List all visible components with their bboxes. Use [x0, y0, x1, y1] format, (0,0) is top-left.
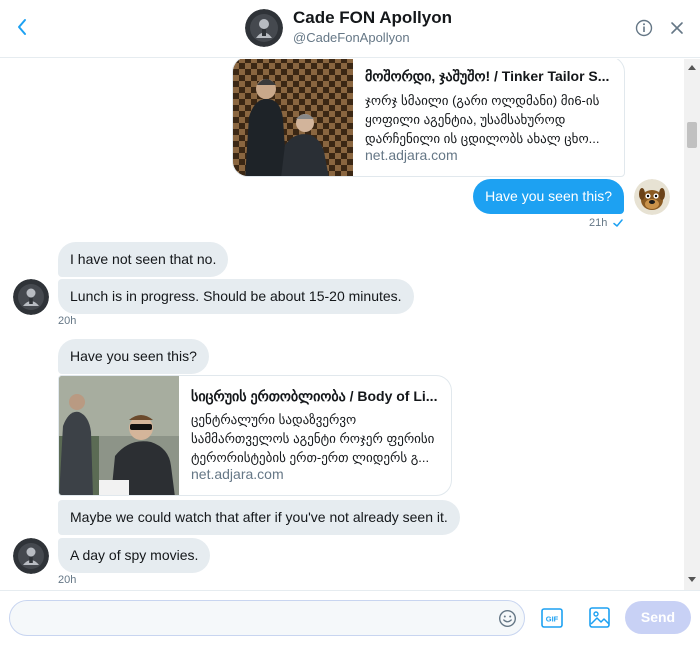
scrollbar-thumb[interactable] [687, 122, 697, 148]
message-timestamp: 20h [58, 574, 77, 586]
emoji-icon [498, 609, 517, 628]
card-title: სიცრუის ერთობლიობა / Body of Li... [191, 388, 438, 404]
card-title: მოშორდი, ჯაშუშო! / Tinker Tailor S... [365, 68, 610, 84]
info-icon [635, 19, 653, 37]
chevron-left-icon [18, 19, 26, 35]
message-bubble-incoming[interactable]: A day of spy movies. [58, 538, 211, 573]
card-description-line: დარჩენილი ის ცდილობს ახალ ცხო... [365, 131, 600, 146]
image-icon [589, 607, 610, 628]
message-bubble-incoming[interactable]: Lunch is in progress. Should be about 15… [58, 279, 414, 314]
card-description-line: ტერორისტების ერთ-ერთ ლიდერს გ... [191, 450, 430, 465]
message-bubble-incoming[interactable]: Have you seen this? [58, 339, 209, 374]
card-description-line: სამმართველოს აგენტი როჯერ ფერისი [191, 431, 435, 446]
gif-label: GIF [546, 615, 559, 624]
card-domain: net.adjara.com [191, 466, 284, 482]
gif-icon: GIF [541, 608, 563, 628]
message-input[interactable] [22, 601, 492, 635]
card-description: ჯორჯ სმაილი (გარი ოლდმანი) მი6-ის ყოფილი… [365, 91, 615, 148]
contact-avatar[interactable] [13, 279, 49, 315]
card-description-line: ცენტრალური სადაზვერვო [191, 412, 357, 427]
media-button[interactable] [589, 607, 610, 628]
emoji-button[interactable] [498, 609, 517, 628]
message-input-wrapper[interactable] [9, 600, 525, 636]
card-domain: net.adjara.com [365, 147, 458, 163]
message-timestamp: 20h [58, 315, 77, 327]
card-description-line: ჯორჯ სმაილი (გარი ოლდმანი) მი6-ის [365, 93, 600, 108]
contact-name[interactable]: Cade FON Apollyon [293, 8, 452, 28]
scroll-up-arrow-icon[interactable] [688, 65, 696, 70]
scrollbar[interactable] [684, 59, 700, 590]
message-bubble-incoming[interactable]: I have not seen that no. [58, 242, 229, 277]
contact-handle[interactable]: @CadeFonApollyon [293, 30, 410, 45]
card-description: ცენტრალური სადაზვერვო სამმართველოს აგენტ… [191, 410, 441, 467]
message-bubble-incoming[interactable]: Maybe we could watch that after if you'v… [58, 500, 460, 535]
message-timestamp: 21h [589, 217, 608, 229]
check-icon [613, 219, 623, 227]
own-avatar[interactable] [634, 179, 670, 215]
conversation-header: Cade FON Apollyon @CadeFonApollyon [0, 0, 700, 58]
link-card-tinker-tailor[interactable]: მოშორდი, ჯაშუშო! / Tinker Tailor S... ჯო… [232, 59, 625, 177]
link-card-body-of-lies[interactable]: სიცრუის ერთობლიობა / Body of Li... ცენტრ… [58, 375, 452, 496]
card-thumbnail [233, 59, 353, 176]
send-button[interactable]: Send [625, 601, 691, 634]
contact-avatar[interactable] [13, 538, 49, 574]
gif-button[interactable]: GIF [541, 608, 563, 628]
back-button[interactable] [12, 14, 34, 40]
card-description-line: ყოფილი აგენტია, უსამსახუროდ [365, 112, 566, 127]
scroll-down-arrow-icon[interactable] [688, 577, 696, 582]
message-bubble-outgoing[interactable]: Have you seen this? [473, 179, 624, 214]
close-icon [671, 22, 683, 34]
header-avatar[interactable] [245, 9, 283, 47]
close-button[interactable] [669, 20, 685, 36]
card-thumbnail [59, 376, 179, 495]
info-button[interactable] [635, 19, 653, 37]
message-list[interactable]: მოშორდი, ჯაშუშო! / Tinker Tailor S... ჯო… [0, 59, 700, 590]
